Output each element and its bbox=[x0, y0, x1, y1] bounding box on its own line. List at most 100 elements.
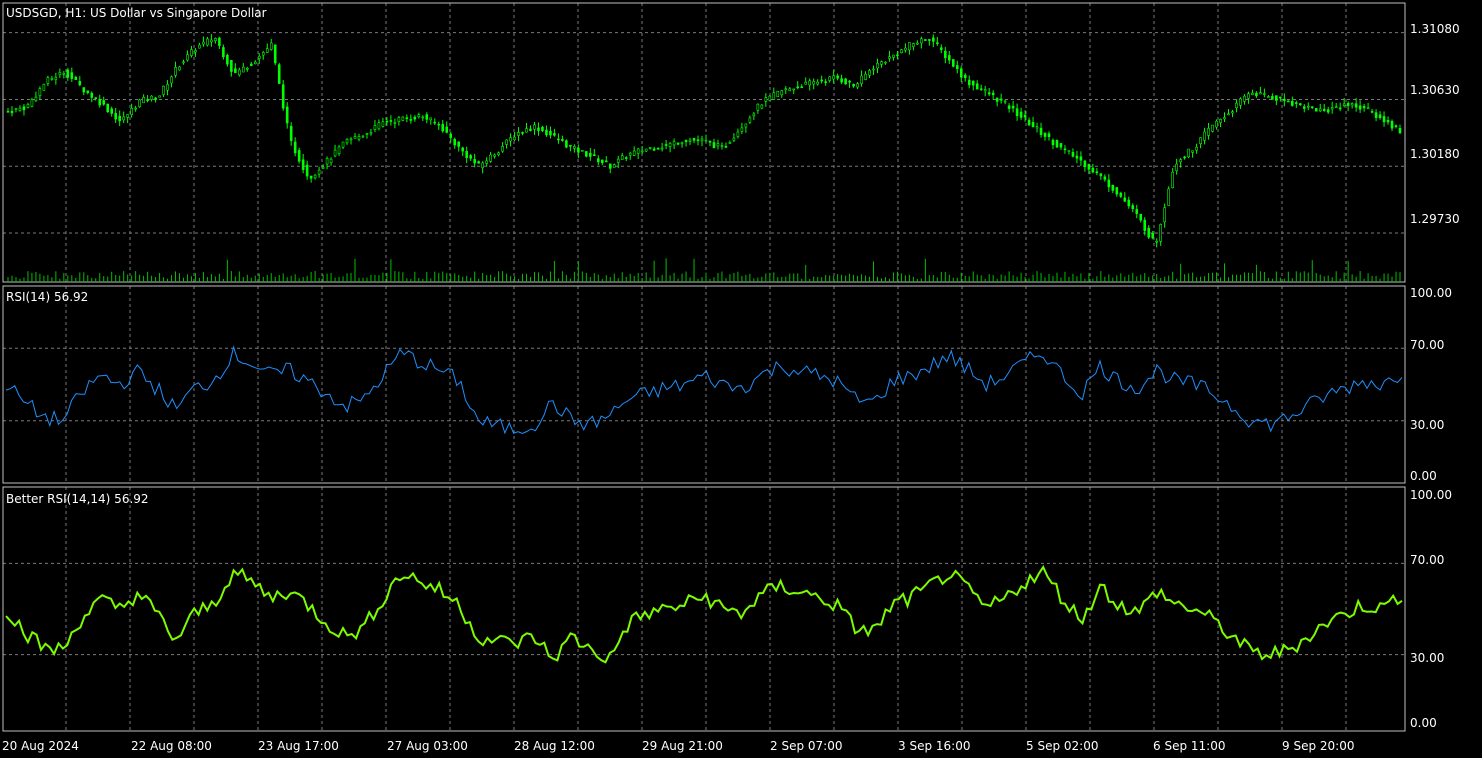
candle-body bbox=[30, 99, 34, 107]
candle-body bbox=[987, 92, 991, 95]
candle-body bbox=[684, 140, 688, 143]
candle-body bbox=[1099, 173, 1103, 177]
candle-body bbox=[1079, 156, 1083, 161]
better-rsi-line[interactable] bbox=[5, 565, 1403, 664]
candle-body bbox=[525, 128, 528, 133]
price-tick-label: 1.29730 bbox=[1410, 212, 1460, 226]
better-rsi-tick-label: 70.00 bbox=[1410, 553, 1444, 567]
candle-body bbox=[78, 80, 82, 86]
price-tick-label: 1.30180 bbox=[1410, 147, 1460, 161]
candle-body bbox=[1179, 159, 1182, 163]
candle-body bbox=[377, 122, 381, 130]
candle-body bbox=[102, 100, 106, 105]
candle-body bbox=[1159, 224, 1162, 242]
candle-body bbox=[784, 88, 788, 91]
candle-body bbox=[22, 106, 26, 111]
candle-body bbox=[1187, 148, 1190, 158]
pane-frames bbox=[2, 2, 1406, 732]
candle-body bbox=[1291, 100, 1294, 106]
candle-body bbox=[146, 99, 149, 101]
candle-body bbox=[740, 127, 744, 132]
candle-body bbox=[832, 75, 835, 80]
candle-body bbox=[728, 142, 732, 144]
candle-body bbox=[389, 120, 393, 122]
candle-body bbox=[624, 157, 628, 159]
candle-body bbox=[1298, 103, 1302, 106]
candle-body bbox=[1235, 102, 1238, 109]
candle-body bbox=[174, 67, 177, 76]
candle-body bbox=[916, 42, 919, 45]
candle-body bbox=[1366, 107, 1370, 110]
candle-body bbox=[628, 152, 632, 156]
candle-body bbox=[900, 49, 903, 53]
candle-body bbox=[664, 144, 668, 146]
candle-body bbox=[704, 139, 708, 142]
candle-body bbox=[756, 103, 760, 111]
candle-body bbox=[521, 132, 524, 134]
candle-body bbox=[505, 139, 508, 145]
candle-body bbox=[1231, 111, 1234, 114]
candle-body bbox=[995, 97, 999, 102]
candle-body bbox=[1023, 114, 1027, 118]
candle-body bbox=[293, 141, 297, 154]
candle-body bbox=[1091, 167, 1095, 173]
candle-body bbox=[565, 140, 568, 148]
candlestick-series[interactable] bbox=[6, 34, 1402, 248]
candle-body bbox=[473, 159, 476, 164]
candle-body bbox=[82, 87, 86, 93]
candle-body bbox=[126, 114, 129, 118]
candle-body bbox=[417, 114, 421, 118]
candle-body bbox=[1219, 119, 1222, 123]
candle-body bbox=[130, 108, 133, 115]
candle-body bbox=[186, 54, 189, 61]
candle-body bbox=[373, 125, 377, 131]
candle-body bbox=[1374, 112, 1378, 118]
candle-body bbox=[908, 42, 911, 51]
candle-body bbox=[644, 148, 648, 152]
candle-body bbox=[433, 121, 437, 124]
chart-window[interactable]: USDSGD, H1: US Dollar vs Singapore Dolla… bbox=[0, 0, 1482, 758]
candle-body bbox=[1239, 98, 1242, 106]
candle-body bbox=[1326, 109, 1330, 113]
candle-body bbox=[98, 98, 102, 106]
candle-body bbox=[1223, 117, 1226, 120]
candle-body bbox=[1111, 184, 1115, 191]
candle-body bbox=[1123, 197, 1127, 202]
candle-body bbox=[963, 74, 967, 78]
candle-body bbox=[991, 92, 995, 96]
candle-body bbox=[1227, 113, 1230, 116]
candle-body bbox=[920, 38, 923, 44]
candle-body bbox=[804, 81, 808, 85]
candle-body bbox=[449, 133, 453, 138]
candle-body bbox=[764, 97, 768, 102]
candle-body bbox=[955, 65, 959, 70]
candle-body bbox=[1191, 150, 1194, 153]
candle-body bbox=[692, 138, 696, 141]
candle-body bbox=[1039, 127, 1043, 135]
better-rsi-pane-title: Better RSI(14,14) 56.92 bbox=[6, 492, 149, 506]
candle-body bbox=[1310, 106, 1314, 108]
candle-body bbox=[792, 88, 796, 91]
candle-body bbox=[1119, 192, 1123, 197]
candle-body bbox=[317, 169, 321, 175]
candle-body bbox=[369, 132, 373, 135]
rsi-axis: 100.00 70.00 30.00 0.00 bbox=[1410, 286, 1452, 483]
candle-body bbox=[1103, 176, 1107, 180]
candle-body bbox=[1207, 128, 1210, 136]
candle-body bbox=[640, 150, 644, 153]
candle-body bbox=[1015, 108, 1019, 117]
candle-body bbox=[485, 160, 488, 164]
candle-body bbox=[42, 83, 46, 91]
candle-body bbox=[652, 148, 656, 151]
candle-body bbox=[1175, 163, 1178, 172]
candle-body bbox=[776, 91, 780, 98]
candle-body bbox=[736, 131, 740, 137]
candle-body bbox=[54, 77, 58, 80]
candle-body bbox=[537, 127, 540, 131]
candle-body bbox=[190, 49, 193, 56]
time-tick-label: 9 Sep 20:00 bbox=[1282, 739, 1354, 753]
candle-body bbox=[848, 80, 851, 83]
candle-body bbox=[1095, 171, 1099, 174]
candle-body bbox=[1051, 139, 1055, 146]
candle-body bbox=[230, 60, 233, 72]
